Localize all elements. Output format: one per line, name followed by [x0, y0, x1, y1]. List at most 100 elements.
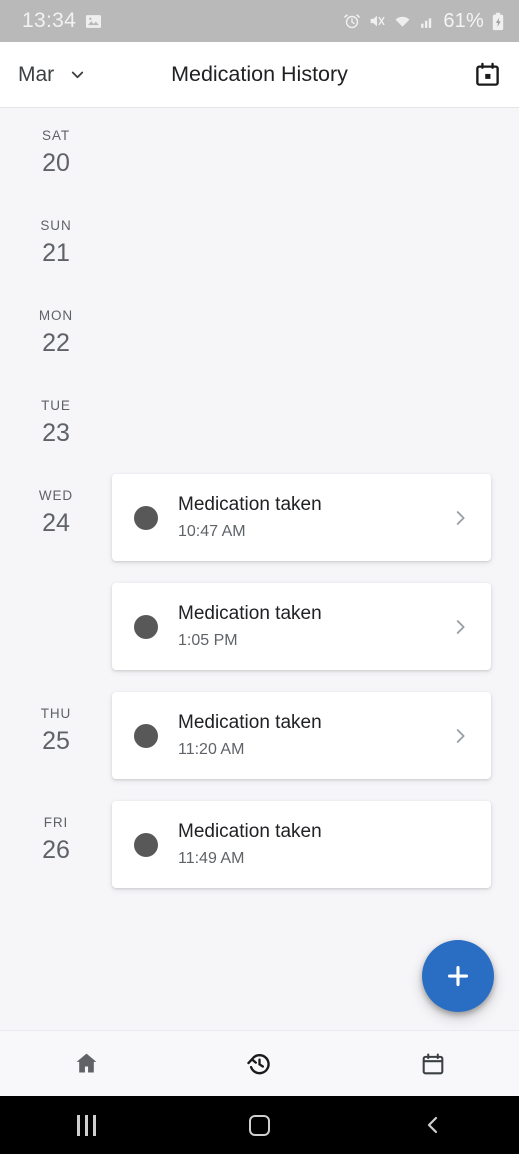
back-button[interactable]: [346, 1113, 519, 1137]
day-of-week: SUN: [40, 218, 72, 233]
calendar-icon: [476, 62, 499, 86]
entry-text: Medication taken 1:05 PM: [178, 601, 449, 652]
status-dot-icon: [134, 832, 158, 857]
day-of-week: WED: [38, 488, 74, 503]
status-dot-icon: [134, 614, 158, 639]
day-of-week: MON: [38, 308, 74, 323]
app-bar: Mar Medication History: [0, 42, 519, 108]
day-of-week: SAT: [42, 128, 70, 143]
day-number: 20: [42, 149, 70, 177]
day-entries: [112, 114, 519, 204]
alarm-icon: [344, 14, 361, 29]
status-dot-icon: [134, 505, 158, 530]
day-entries: Medication taken 11:20 AM: [112, 692, 519, 801]
month-label: Mar: [18, 62, 55, 86]
medication-entry-card[interactable]: Medication taken 11:20 AM: [112, 692, 491, 779]
signal-icon: [421, 17, 432, 28]
entry-text: Medication taken 11:49 AM: [178, 819, 475, 870]
entry-title: Medication taken: [178, 494, 322, 515]
status-bar-right: 61%: [343, 10, 505, 33]
recents-icon: [77, 1114, 96, 1136]
day-number: 26: [42, 836, 70, 864]
day-entries: [112, 384, 519, 474]
medication-entry-card[interactable]: Medication taken 11:49 AM: [112, 801, 491, 888]
entry-text: Medication taken 11:20 AM: [178, 710, 449, 761]
home-icon: [76, 1053, 97, 1073]
day-number: 21: [42, 239, 70, 267]
chevron-right-icon: [456, 619, 465, 634]
status-bar-left: 13:34: [22, 9, 103, 33]
day-date: THU 25: [0, 692, 112, 758]
day-date: SAT 20: [0, 114, 112, 180]
day-row: SUN 21: [0, 204, 519, 294]
medication-entry-card[interactable]: Medication taken 10:47 AM: [112, 474, 491, 561]
day-date: TUE 23: [0, 384, 112, 450]
day-list: SAT 20 SUN 21 MON 22 TUE 23 WED 24 Medication take…: [0, 108, 519, 910]
day-row: TUE 23: [0, 384, 519, 474]
nav-item-home[interactable]: [0, 1031, 173, 1096]
day-date: WED 24: [0, 474, 112, 540]
empty-day-spacer: [112, 384, 491, 474]
entry-title: Medication taken: [178, 712, 322, 733]
home-square-icon: [249, 1114, 270, 1136]
month-selector[interactable]: Mar: [18, 63, 87, 87]
day-entries: Medication taken 11:49 AM: [112, 801, 519, 910]
day-number: 25: [42, 727, 70, 755]
back-chevron-icon: [427, 1116, 437, 1134]
entry-time: 11:20 AM: [178, 741, 245, 758]
day-date: SUN 21: [0, 204, 112, 270]
add-button[interactable]: [422, 940, 494, 1012]
calendar-outline-icon: [422, 1052, 443, 1074]
mute-icon: [370, 15, 385, 27]
plus-icon: [447, 965, 469, 987]
empty-day-spacer: [112, 114, 491, 204]
chevron-right-icon: [456, 728, 465, 743]
nav-item-calendar[interactable]: [346, 1031, 519, 1096]
day-row: THU 25 Medication taken 11:20 AM: [0, 692, 519, 801]
day-entries: [112, 204, 519, 294]
entry-chevron[interactable]: [449, 507, 475, 529]
empty-day-spacer: [112, 294, 491, 384]
chevron-right-icon: [456, 510, 465, 525]
wifi-icon: [395, 16, 410, 27]
medication-entry-card[interactable]: Medication taken 1:05 PM: [112, 583, 491, 670]
chevron-down-icon: [72, 71, 84, 79]
status-dot-icon: [134, 723, 158, 748]
entry-title: Medication taken: [178, 603, 322, 624]
system-home-button[interactable]: [173, 1114, 346, 1136]
day-entries: Medication taken 10:47 AM Medication taken…: [112, 474, 519, 692]
entry-chevron[interactable]: [449, 725, 475, 747]
day-of-week: TUE: [41, 398, 71, 413]
history-icon: [247, 1053, 270, 1075]
day-row: FRI 26 Medication taken 11:49 AM: [0, 801, 519, 910]
status-time: 13:34: [22, 9, 77, 32]
day-of-week: FRI: [43, 815, 69, 830]
system-navigation-bar: [0, 1096, 519, 1154]
entry-time: 11:49 AM: [178, 850, 245, 867]
entry-chevron[interactable]: [449, 616, 475, 638]
entry-time: 10:47 AM: [178, 523, 246, 540]
history-scroll-area[interactable]: SAT 20 SUN 21 MON 22 TUE 23 WED 24 Medication take…: [0, 108, 519, 1030]
day-number: 24: [42, 509, 70, 537]
calendar-button[interactable]: [474, 61, 501, 88]
bottom-navigation: [0, 1030, 519, 1096]
day-number: 23: [42, 419, 70, 447]
photo-icon: [86, 14, 102, 28]
battery-charging-icon: [492, 12, 504, 30]
entry-title: Medication taken: [178, 821, 322, 842]
day-number: 22: [42, 329, 70, 357]
day-date: MON 22: [0, 294, 112, 360]
battery-percent: 61%: [443, 9, 484, 32]
status-bar: 13:34 61%: [0, 0, 519, 42]
day-of-week: THU: [40, 706, 72, 721]
app-root: 13:34 61% Mar Medication History SAT 20 …: [0, 0, 519, 1154]
day-row: WED 24 Medication taken 10:47 AM Medication …: [0, 474, 519, 692]
entry-time: 1:05 PM: [178, 632, 238, 649]
recents-button[interactable]: [0, 1114, 173, 1136]
day-date: FRI 26: [0, 801, 112, 867]
day-row: SAT 20: [0, 114, 519, 204]
empty-day-spacer: [112, 204, 491, 294]
day-row: MON 22: [0, 294, 519, 384]
entry-text: Medication taken 10:47 AM: [178, 492, 449, 543]
nav-item-history[interactable]: [173, 1031, 346, 1096]
